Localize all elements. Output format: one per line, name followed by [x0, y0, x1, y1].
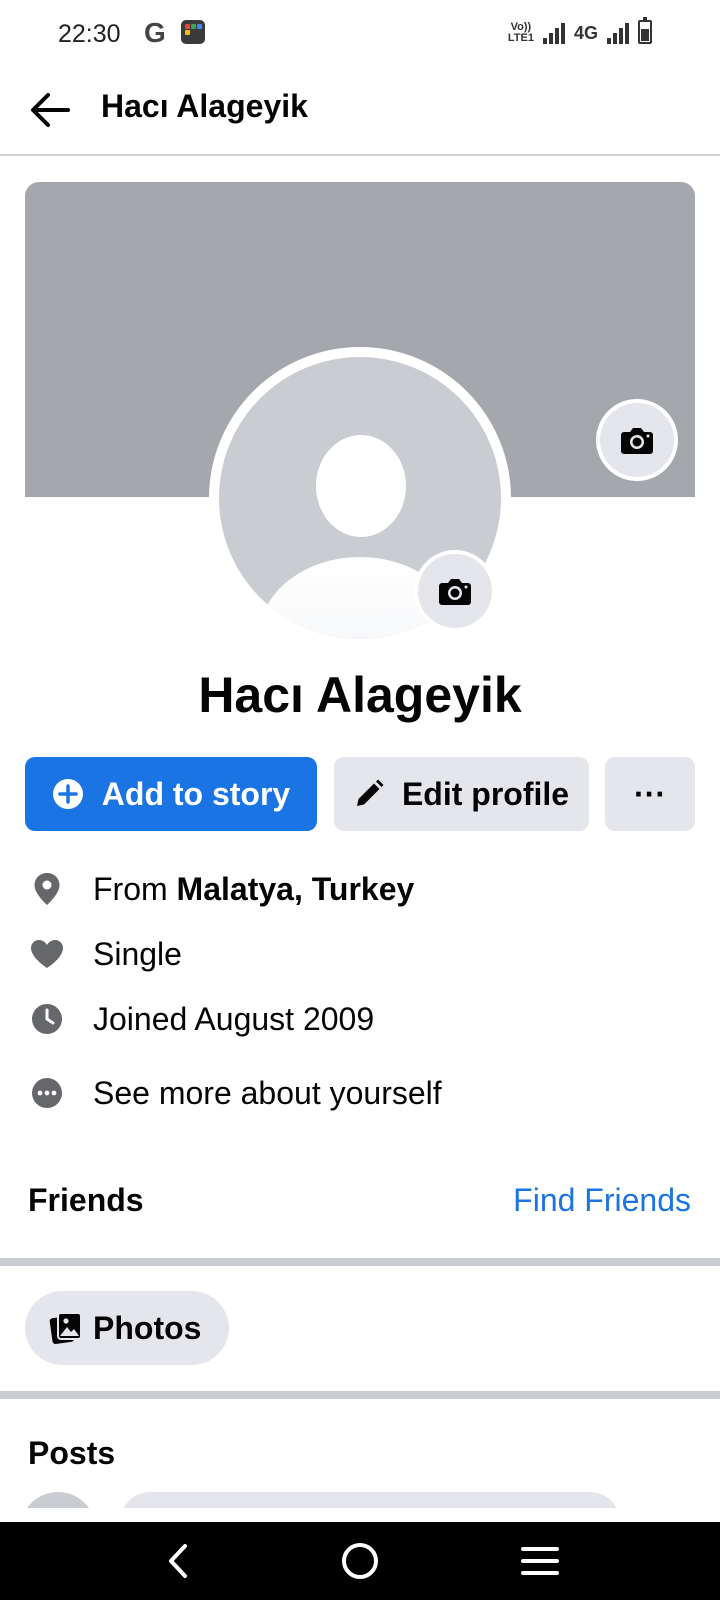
back-button[interactable]	[26, 88, 74, 132]
posts-section-title: Posts	[28, 1435, 116, 1471]
app-notification-icon	[181, 20, 205, 44]
friends-section-title: Friends	[28, 1182, 144, 1218]
google-icon: G	[144, 17, 166, 48]
content-fade	[0, 1508, 720, 1522]
info-from: From Malatya, Turkey	[28, 864, 688, 914]
battery-icon	[638, 17, 652, 44]
top-app-bar: Hacı Alageyik	[0, 66, 720, 156]
edit-profile-picture-button[interactable]	[414, 550, 496, 632]
camera-icon	[439, 579, 471, 605]
photos-label: Photos	[93, 1309, 202, 1346]
photos-icon	[49, 1311, 83, 1345]
location-pin-icon	[28, 870, 66, 908]
heart-icon	[28, 935, 66, 973]
system-navigation-bar	[0, 1522, 720, 1600]
info-joined-text: Joined August 2009	[93, 1000, 375, 1037]
status-bar: 22:30 G Vo)) LTE1 4G	[0, 0, 720, 66]
pencil-icon	[354, 779, 384, 809]
edit-cover-photo-button[interactable]	[596, 399, 678, 481]
nav-home-icon	[342, 1543, 378, 1579]
edit-profile-label: Edit profile	[401, 775, 570, 812]
status-indicators: Vo)) LTE1 4G	[507, 17, 652, 44]
info-relationship: Single	[28, 929, 688, 979]
more-options-button[interactable]: ···	[605, 757, 695, 831]
header-title: Hacı Alageyik	[101, 88, 308, 124]
see-more-about-yourself[interactable]: See more about yourself	[28, 1068, 688, 1118]
nav-home-button[interactable]	[338, 1539, 382, 1583]
camera-icon	[621, 428, 653, 454]
more-dots-icon: ···	[634, 775, 666, 812]
section-divider	[0, 1258, 720, 1266]
section-divider	[0, 1391, 720, 1399]
status-time: 22:30	[58, 20, 121, 48]
plus-circle-icon	[52, 778, 84, 810]
profile-name: Hacı Alageyik	[198, 667, 522, 723]
network-type: 4G	[573, 23, 598, 43]
signal-icon-2	[607, 22, 629, 44]
info-from-place: Malatya, Turkey	[176, 870, 415, 907]
info-from-text: From Malatya, Turkey	[93, 870, 415, 907]
add-to-story-button[interactable]: Add to story	[25, 757, 317, 831]
more-circle-icon	[28, 1074, 66, 1112]
volte-icon: Vo)) LTE1	[507, 21, 534, 44]
see-more-text: See more about yourself	[93, 1074, 442, 1111]
signal-icon	[542, 22, 565, 44]
info-relationship-text: Single	[93, 935, 182, 972]
arrow-left-icon	[31, 93, 70, 127]
add-to-story-label: Add to story	[101, 775, 291, 812]
clock-icon	[28, 1000, 66, 1038]
nav-menu-button[interactable]	[518, 1539, 562, 1583]
find-friends-link[interactable]: Find Friends	[513, 1182, 691, 1219]
edit-profile-button[interactable]: Edit profile	[334, 757, 589, 831]
nav-back-button[interactable]	[156, 1539, 200, 1583]
avatar-head-silhouette	[316, 435, 406, 537]
nav-menu-icon	[521, 1547, 559, 1575]
nav-back-icon	[169, 1544, 187, 1578]
info-joined: Joined August 2009	[28, 994, 688, 1044]
photos-button[interactable]: Photos	[25, 1291, 229, 1365]
